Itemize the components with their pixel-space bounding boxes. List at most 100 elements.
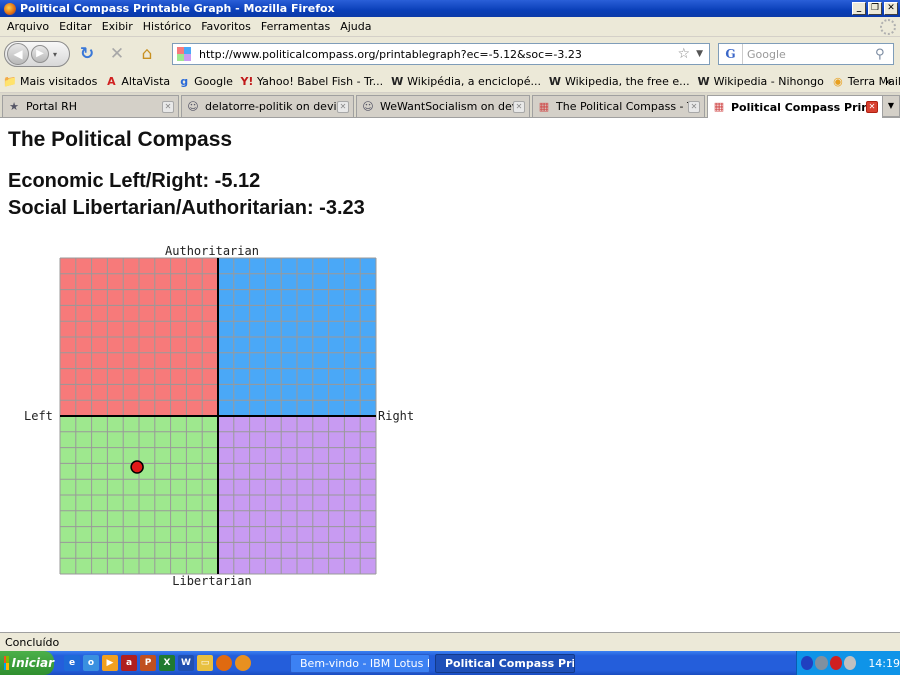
wikipedia-icon: W <box>391 74 404 88</box>
tab[interactable]: ★ Portal RH ✕ <box>2 95 179 117</box>
firefox-quicklaunch-icon[interactable] <box>216 655 232 671</box>
tab-list-dropdown-icon[interactable]: ▼ <box>882 95 900 117</box>
menu-exibir[interactable]: Exibir <box>97 20 138 33</box>
restore-button[interactable]: ❐ <box>868 2 882 15</box>
tab-label: WeWantSocialism on deviant... <box>380 100 513 113</box>
windows-logo-icon <box>4 656 9 670</box>
start-label: Iniciar <box>11 656 54 670</box>
page-content: The Political Compass Economic Left/Righ… <box>0 118 900 632</box>
bookmark-item[interactable]: A AltaVista <box>104 75 170 89</box>
antivirus-icon[interactable] <box>829 656 842 670</box>
system-tray: 14:19 <box>796 651 900 675</box>
forward-button[interactable]: ▶ <box>31 45 49 63</box>
deviantart-icon: ☺ <box>187 99 199 113</box>
word-icon[interactable]: W <box>178 655 194 671</box>
bookmark-label: Mais visitados <box>20 75 98 88</box>
compass-favicon-icon: ▦ <box>713 100 725 113</box>
tab[interactable]: ▦ The Political Compass - Test✕ <box>532 95 705 117</box>
powerpoint-icon[interactable]: P <box>140 655 156 671</box>
site-favicon-icon <box>177 47 191 61</box>
menu-ferramentas[interactable]: Ferramentas <box>256 20 335 33</box>
outlook-icon[interactable]: o <box>83 655 99 671</box>
navigation-toolbar: ◀ ▶ ▾ ↻ ✕ ⌂ http://www.politicalcompass.… <box>0 37 900 71</box>
tab-close-icon[interactable]: ✕ <box>866 101 878 113</box>
throbber-icon <box>880 19 896 35</box>
close-button[interactable]: ✕ <box>884 2 898 15</box>
tab-bar: ▼ ★ Portal RH ✕ ☺ delatorre-politik on devia… <box>0 93 900 118</box>
search-icon[interactable]: ⚲ <box>875 47 893 62</box>
google-icon: g <box>180 74 189 88</box>
bookmark-folder-icon: 📁 <box>3 74 17 88</box>
home-button[interactable]: ⌂ <box>134 41 160 67</box>
star-page-icon: ★ <box>9 99 19 113</box>
access-icon[interactable]: a <box>121 655 137 671</box>
start-button[interactable]: Iniciar <box>0 651 54 675</box>
windows-taskbar: Iniciar e o ▶ a P X W ▭ Bem-vindo - IBM … <box>0 651 900 675</box>
bookmark-star-icon[interactable]: ☆ <box>678 46 691 62</box>
speaker-icon[interactable] <box>843 656 857 670</box>
bookmark-item[interactable]: g Google <box>177 75 233 89</box>
window-titlebar[interactable]: Political Compass Printable Graph - Mozi… <box>0 0 900 17</box>
search-engine-icon[interactable]: G <box>719 44 743 64</box>
bookmark-label: Terra Mail <box>847 75 900 88</box>
monitor-icon[interactable] <box>815 656 828 670</box>
taskbar-button-label: Political Compass Prin... <box>445 657 575 670</box>
tab-close-icon[interactable]: ✕ <box>337 100 349 113</box>
stop-button[interactable]: ✕ <box>104 41 130 67</box>
excel-icon[interactable]: X <box>159 655 175 671</box>
label-left: Left <box>24 409 53 423</box>
bookmark-item[interactable]: W Wikipedia, the free e... <box>548 75 690 89</box>
bookmarks-overflow-icon[interactable]: » <box>885 75 892 88</box>
bookmark-item[interactable]: 📁 Mais visitados <box>3 75 97 89</box>
ie-icon[interactable]: e <box>64 655 80 671</box>
label-authoritarian: Authoritarian <box>165 244 259 258</box>
clock: 14:19 <box>868 656 900 670</box>
history-dropdown-icon[interactable]: ▾ <box>53 50 57 59</box>
label-right: Right <box>378 409 414 423</box>
bookmark-item[interactable]: W Wikipédia, a enciclopé... <box>390 75 541 89</box>
menu-ajuda[interactable]: Ajuda <box>335 20 376 33</box>
tab-close-icon[interactable]: ✕ <box>513 100 525 113</box>
minimize-button[interactable]: _ <box>852 2 866 15</box>
quick-launch: e o ▶ a P X W ▭ <box>64 655 251 671</box>
reload-button[interactable]: ↻ <box>74 41 100 67</box>
tab-close-icon[interactable]: ✕ <box>688 100 700 113</box>
window-title: Political Compass Printable Graph - Mozi… <box>20 2 335 15</box>
tab-label: The Political Compass - Test <box>556 100 688 113</box>
menu-editar[interactable]: Editar <box>54 20 97 33</box>
network-icon[interactable] <box>801 656 814 670</box>
tab[interactable]: ▦ Political Compass Printa...✕ <box>707 95 883 118</box>
wikipedia-icon: W <box>697 74 710 88</box>
taskbar-button-label: Bem-vindo - IBM Lotus N... <box>300 657 429 670</box>
tab[interactable]: ☺ delatorre-politik on deviantA...✕ <box>181 95 354 117</box>
media-player-icon[interactable]: ▶ <box>102 655 118 671</box>
menu-favoritos[interactable]: Favoritos <box>196 20 256 33</box>
yahoo-icon: Y! <box>240 74 254 88</box>
bookmark-label: Wikipedia, the free e... <box>564 75 690 88</box>
folder-icon[interactable]: ▭ <box>197 655 213 671</box>
tab-label: delatorre-politik on deviantA... <box>205 100 337 113</box>
taskbar-button-firefox[interactable]: Political Compass Prin... <box>435 654 575 673</box>
deviantart-icon: ☺ <box>362 99 374 113</box>
taskbar-button-lotus-notes[interactable]: Bem-vindo - IBM Lotus N... <box>290 654 430 673</box>
compass-favicon-icon: ▦ <box>538 99 550 113</box>
menu-historico[interactable]: Histórico <box>138 20 196 33</box>
back-button[interactable]: ◀ <box>7 43 29 65</box>
lotus-notes-icon[interactable] <box>235 655 251 671</box>
tab[interactable]: ☺ WeWantSocialism on deviant...✕ <box>356 95 530 117</box>
url-bar[interactable]: http://www.politicalcompass.org/printabl… <box>172 43 710 65</box>
bookmarks-toolbar: 📁 Mais visitados A AltaVista g Google Y! Yahoo!… <box>0 71 900 93</box>
url-dropdown-icon[interactable]: ▼ <box>696 49 703 59</box>
bookmark-item[interactable]: Y! Yahoo! Babel Fish - Tr... <box>240 75 383 89</box>
bookmark-label: Yahoo! Babel Fish - Tr... <box>256 75 384 88</box>
status-text: Concluído <box>5 635 60 649</box>
bookmark-label: Google <box>194 75 233 88</box>
label-libertarian: Libertarian <box>172 574 251 588</box>
political-compass-graph: Authoritarian Libertarian Left Right <box>24 244 414 588</box>
tab-close-icon[interactable]: ✕ <box>162 100 174 113</box>
menu-arquivo[interactable]: Arquivo <box>2 20 54 33</box>
search-bar[interactable]: G Google ⚲ <box>718 43 894 65</box>
url-text[interactable]: http://www.politicalcompass.org/printabl… <box>199 48 678 61</box>
bookmark-item[interactable]: W Wikipedia - Nihongo <box>697 75 824 89</box>
search-input[interactable]: Google <box>743 48 875 61</box>
